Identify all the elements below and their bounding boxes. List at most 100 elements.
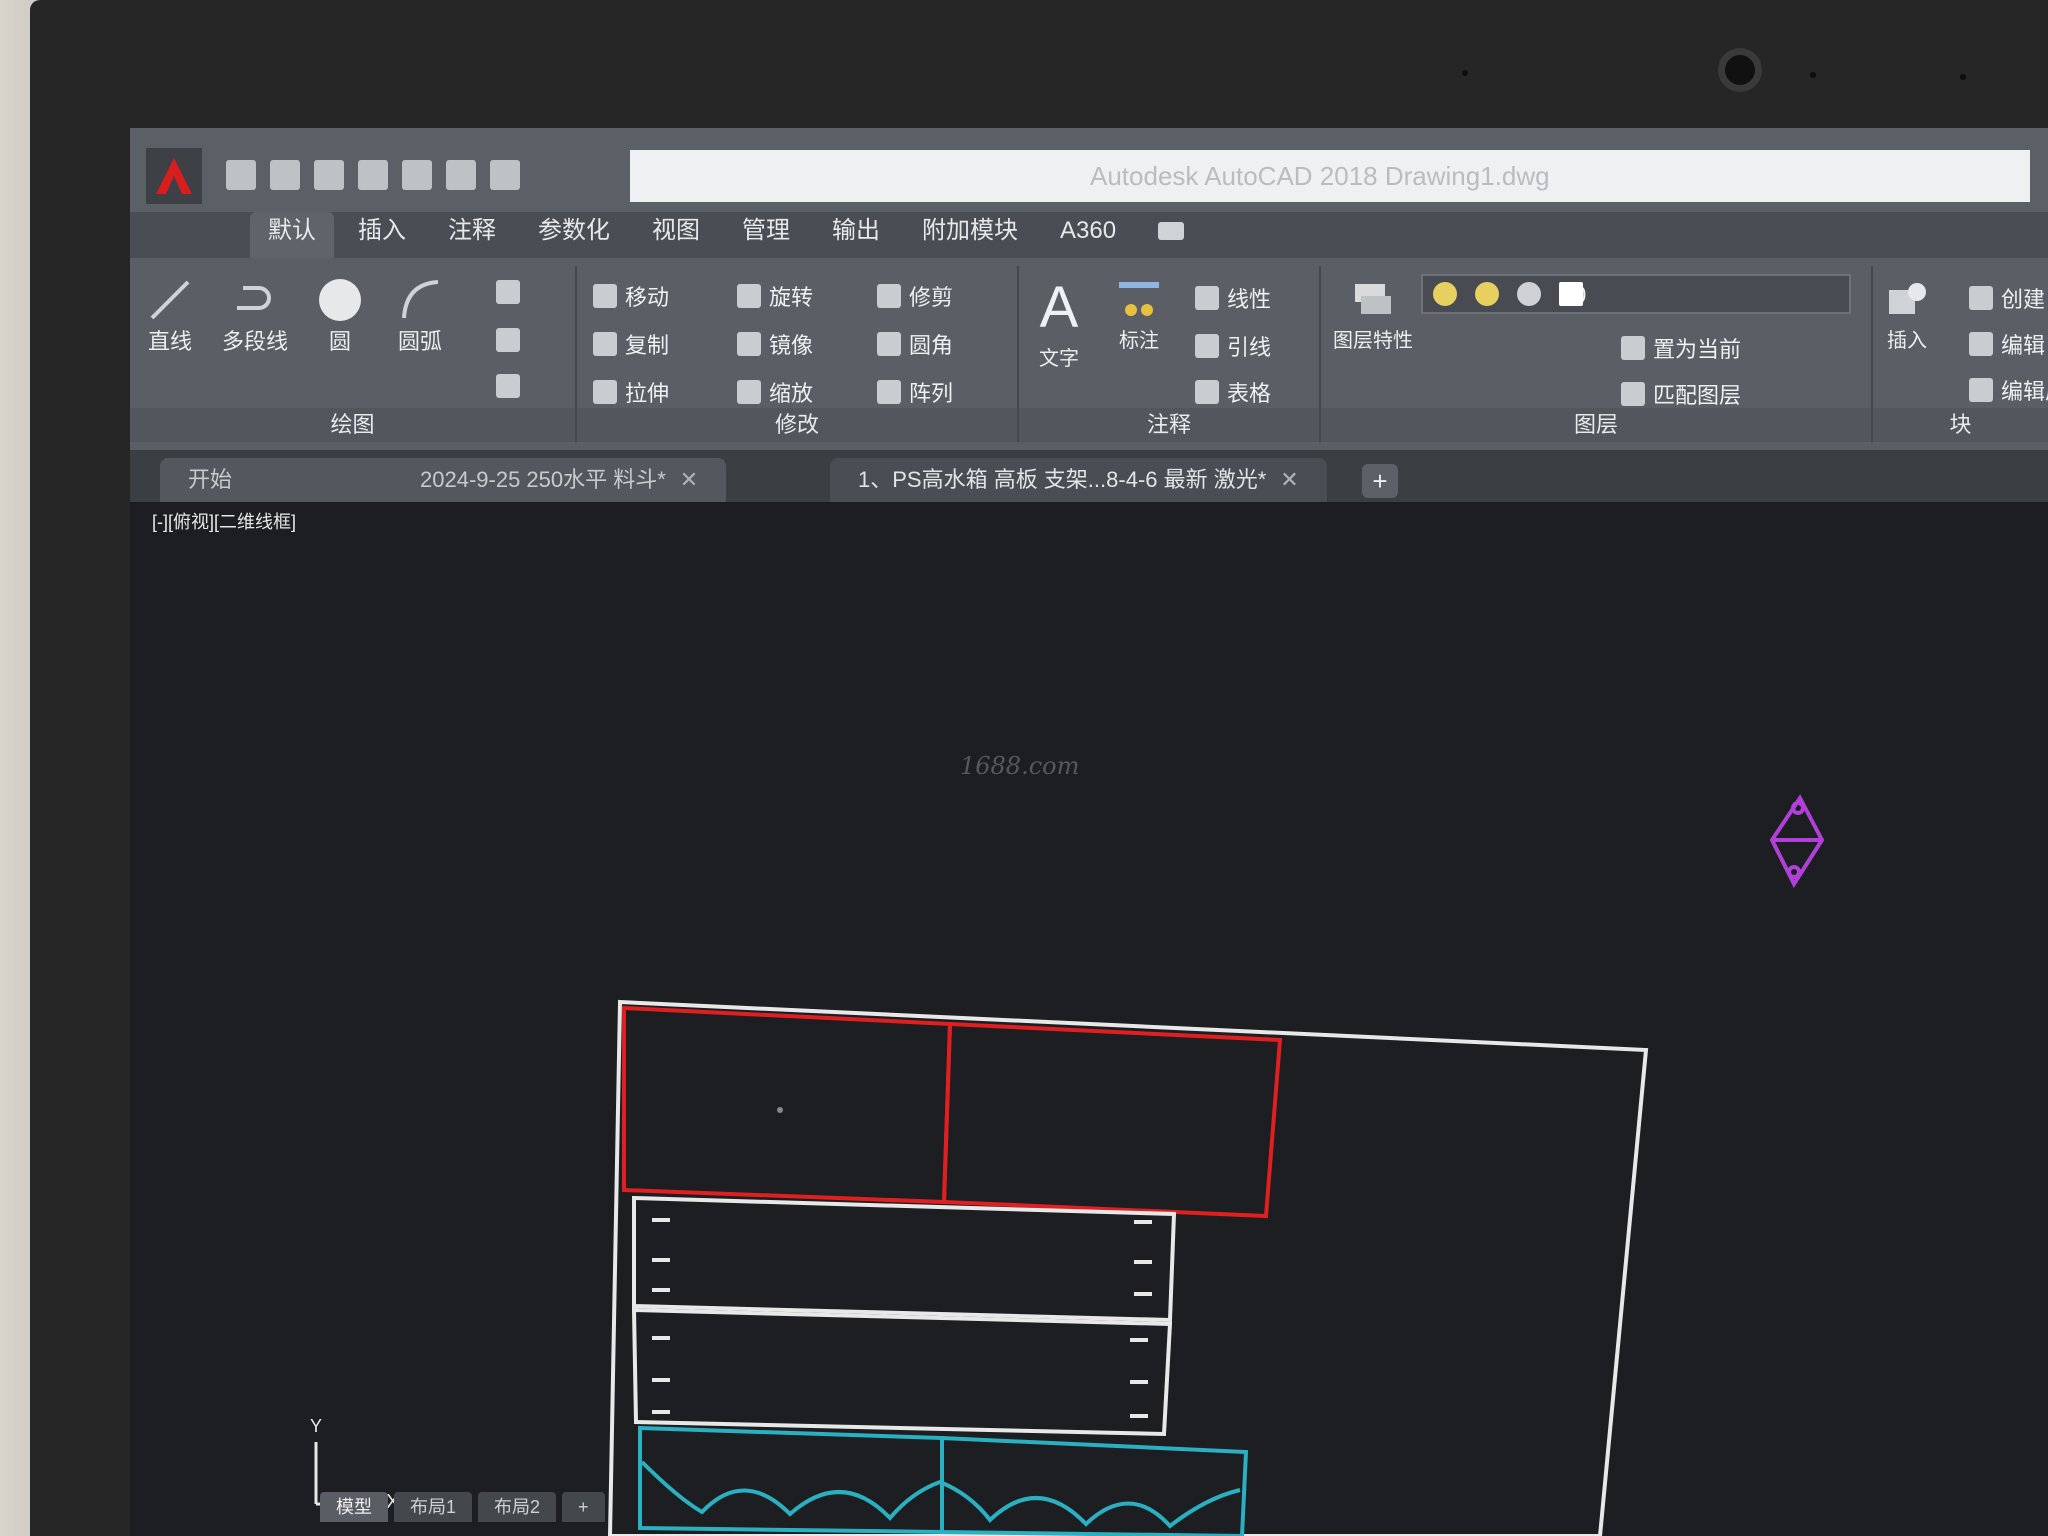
modify-panel-title[interactable]: 修改 bbox=[577, 408, 1017, 442]
bezel-sensor bbox=[1810, 72, 1816, 78]
rotate-tool[interactable]: 旋转 bbox=[737, 280, 813, 312]
move-label: 移动 bbox=[625, 285, 670, 310]
slotted-plate-upper bbox=[632, 1195, 1177, 1323]
tab-model[interactable]: 模型 bbox=[320, 1492, 388, 1522]
layer-properties-tool[interactable]: 图层特性 bbox=[1333, 276, 1413, 353]
move-tool[interactable]: 移动 bbox=[593, 280, 669, 312]
table-tool[interactable]: 表格 bbox=[1195, 376, 1271, 408]
color-swatch-icon bbox=[1559, 282, 1583, 306]
leader-label: 引线 bbox=[1227, 335, 1272, 360]
save-icon[interactable] bbox=[314, 160, 344, 190]
stretch-icon bbox=[593, 380, 617, 404]
scale-tool[interactable]: 缩放 bbox=[737, 376, 813, 408]
polyline-icon bbox=[231, 276, 279, 324]
block-panel-title[interactable]: 块 bbox=[1873, 408, 2048, 442]
hatch-icon bbox=[496, 374, 520, 398]
leader-tool[interactable]: 引线 bbox=[1195, 330, 1271, 362]
line-icon bbox=[146, 276, 194, 324]
tab-a360[interactable]: A360 bbox=[1042, 212, 1134, 258]
match-layer-label: 匹配图层 bbox=[1653, 383, 1742, 408]
redo-icon[interactable] bbox=[490, 160, 520, 190]
array-label: 阵列 bbox=[909, 381, 954, 406]
tab-layout-1[interactable]: 布局1 bbox=[394, 1492, 473, 1522]
create-block-tool[interactable]: 创建 bbox=[1969, 282, 2045, 314]
tab-insert[interactable]: 插入 bbox=[340, 212, 424, 258]
mirror-icon bbox=[737, 332, 761, 356]
cad-drawing: Y X bbox=[310, 794, 1825, 1536]
dimension-tool[interactable]: 标注 bbox=[1115, 276, 1163, 353]
tab-document-2-label: 1、PS高水箱 高板 支架...8-4-6 最新 激光* bbox=[858, 467, 1267, 492]
mirror-tool[interactable]: 镜像 bbox=[737, 328, 813, 360]
trim-tool[interactable]: 修剪 bbox=[877, 280, 953, 312]
fillet-icon bbox=[877, 332, 901, 356]
circle-tool[interactable]: 圆 bbox=[316, 276, 364, 356]
window-title: Autodesk AutoCAD 2018 Drawing1.dwg bbox=[630, 150, 2030, 202]
insert-block-label: 插入 bbox=[1887, 330, 1927, 352]
tab-view[interactable]: 视图 bbox=[634, 212, 718, 258]
ribbon: 直线 多段线 圆 圆弧 绘图 移动 旋转 修剪 复制 镜像 圆角 拉伸 缩放 阵… bbox=[130, 258, 2048, 450]
text-tool-label: 文字 bbox=[1039, 348, 1079, 370]
tab-addins[interactable]: 附加模块 bbox=[904, 212, 1036, 258]
open-file-icon[interactable] bbox=[270, 160, 300, 190]
ucs-y-label: Y bbox=[310, 1416, 322, 1436]
ellipse-icon bbox=[496, 328, 520, 352]
edit-block-icon bbox=[1969, 332, 1993, 356]
fillet-tool[interactable]: 圆角 bbox=[877, 328, 953, 360]
trim-icon bbox=[877, 284, 901, 308]
annotation-panel: A 文字 标注 线性 引线 表格 注释 bbox=[1019, 266, 1321, 442]
layers-panel-title[interactable]: 图层 bbox=[1321, 408, 1871, 442]
new-tab-button[interactable]: + bbox=[1362, 464, 1398, 498]
stretch-tool[interactable]: 拉伸 bbox=[593, 376, 669, 408]
fillet-label: 圆角 bbox=[909, 333, 954, 358]
create-block-icon bbox=[1969, 286, 1993, 310]
application-menu-button[interactable] bbox=[146, 148, 202, 204]
hatch-tool[interactable] bbox=[496, 374, 520, 398]
arc-tool[interactable]: 圆弧 bbox=[396, 276, 444, 356]
tab-document-1[interactable]: 2024-9-25 250水平 料斗* ✕ bbox=[392, 458, 727, 502]
set-current-layer-tool[interactable]: 置为当前 bbox=[1621, 332, 1741, 364]
insert-block-tool[interactable]: 插入 bbox=[1883, 276, 1931, 353]
polyline-tool[interactable]: 多段线 bbox=[222, 276, 288, 356]
create-block-label: 创建 bbox=[2001, 287, 2046, 312]
new-file-icon[interactable] bbox=[226, 160, 256, 190]
bezel-sensor bbox=[1960, 74, 1966, 80]
layer-properties-icon bbox=[1349, 276, 1397, 324]
tab-output[interactable]: 输出 bbox=[814, 212, 898, 258]
layer-properties-label: 图层特性 bbox=[1333, 330, 1413, 352]
undo-icon[interactable] bbox=[446, 160, 476, 190]
autocad-window: Autodesk AutoCAD 2018 Drawing1.dwg 默认 插入… bbox=[130, 128, 2048, 1536]
drawing-viewport[interactable]: [-][俯视][二维线框] 1688.com Y X 模型 布局1 布局2 + bbox=[130, 502, 2048, 1536]
tab-document-2[interactable]: 1、PS高水箱 高板 支架...8-4-6 最新 激光* ✕ bbox=[830, 458, 1327, 502]
tab-parametric[interactable]: 参数化 bbox=[520, 212, 628, 258]
rectangle-tool[interactable] bbox=[496, 280, 520, 304]
webcam bbox=[1718, 48, 1762, 92]
ribbon-display-toggle[interactable] bbox=[1140, 212, 1202, 258]
edit-attributes-tool[interactable]: 编辑属性 bbox=[1969, 374, 2048, 406]
close-icon[interactable]: ✕ bbox=[1280, 467, 1298, 492]
add-layout-button[interactable]: + bbox=[562, 1492, 605, 1522]
edit-block-tool[interactable]: 编辑 bbox=[1969, 328, 2045, 360]
set-current-label: 置为当前 bbox=[1653, 337, 1742, 362]
print-icon[interactable] bbox=[402, 160, 432, 190]
close-icon[interactable]: ✕ bbox=[680, 467, 698, 492]
copy-tool[interactable]: 复制 bbox=[593, 328, 669, 360]
arc-icon bbox=[396, 276, 444, 324]
line-tool[interactable]: 直线 bbox=[146, 276, 194, 356]
cyan-panel-right bbox=[940, 1435, 1249, 1536]
linear-dim-tool[interactable]: 线性 bbox=[1195, 282, 1271, 314]
ellipse-tool[interactable] bbox=[496, 328, 520, 352]
scale-icon bbox=[737, 380, 761, 404]
text-icon: A bbox=[1039, 274, 1079, 340]
match-layer-tool[interactable]: 匹配图层 bbox=[1621, 378, 1741, 410]
tab-layout-2[interactable]: 布局2 bbox=[478, 1492, 557, 1522]
tab-manage[interactable]: 管理 bbox=[724, 212, 808, 258]
annotation-panel-title[interactable]: 注释 bbox=[1019, 408, 1319, 442]
slotted-plate-lower bbox=[631, 1307, 1173, 1437]
array-tool[interactable]: 阵列 bbox=[877, 376, 953, 408]
copy-label: 复制 bbox=[625, 333, 670, 358]
save-as-icon[interactable] bbox=[358, 160, 388, 190]
draw-panel-title[interactable]: 绘图 bbox=[130, 408, 575, 442]
tab-annotate[interactable]: 注释 bbox=[430, 212, 514, 258]
tab-default[interactable]: 默认 bbox=[250, 212, 334, 258]
text-tool[interactable]: A 文字 bbox=[1035, 272, 1083, 371]
